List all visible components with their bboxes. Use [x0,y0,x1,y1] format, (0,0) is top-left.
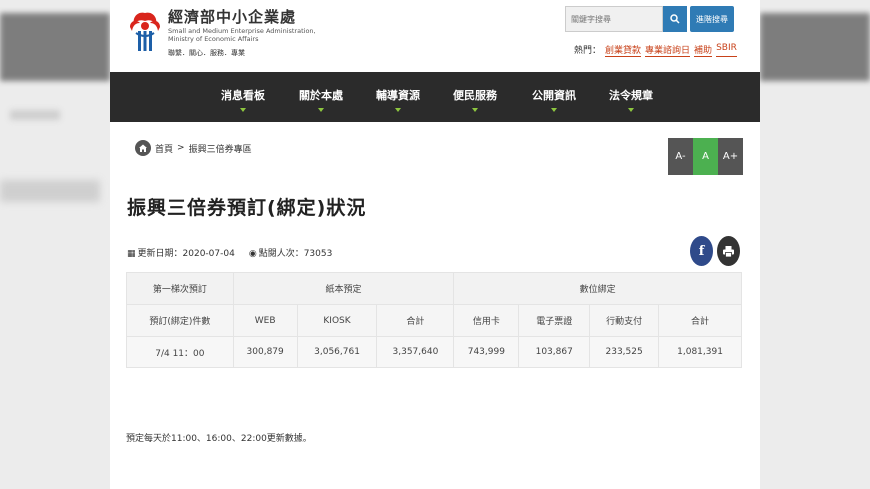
font-large-button[interactable]: A+ [718,138,743,175]
search-input[interactable] [565,6,663,32]
cell-e-ticket: 103,867 [518,336,591,368]
cell-time: 7/4 11：00 [126,336,234,368]
eye-icon: ◉ [248,249,257,259]
table-sub-header-row: 預訂(綁定)件數 WEB KIOSK 合計 信用卡 電子票證 行動支付 合計 [126,304,742,337]
header-paper: 紙本預定 [232,272,455,305]
breadcrumb-home[interactable]: 首頁 [155,142,173,155]
cell-digital-total: 1,081,391 [658,336,742,368]
nav-item-services[interactable]: 便民服務 [453,87,497,112]
cell-paper-total: 3,357,640 [376,336,455,368]
nav-indicator-icon [318,108,324,112]
nav-item-label: 便民服務 [453,89,497,102]
backdrop-blur-left [0,13,110,81]
home-icon[interactable] [135,140,151,156]
search-button[interactable] [663,6,687,32]
header-booking-count: 預訂(綁定)件數 [126,304,234,337]
brand-slogan: 聯繫．關心．服務．專業 [168,49,245,57]
brand-name-en-line1: Small and Medium Enterprise Administrati… [168,27,316,35]
nav-item-regulations[interactable]: 法令規章 [609,87,653,112]
nav-item-label: 法令規章 [609,89,653,102]
hot-link-consultation-day[interactable]: 專業諮詢日 [645,43,691,57]
voucher-status-table: 第一梯次預訂 紙本預定 數位綁定 預訂(綁定)件數 WEB KIOSK 合計 信… [126,272,742,368]
nav-item-news[interactable]: 消息看板 [221,87,265,112]
header-kiosk: KIOSK [296,304,378,337]
nav-item-about[interactable]: 關於本處 [299,87,343,112]
view-count: ◉ 點閱人次：73053 [249,246,333,259]
nav-item-public-info[interactable]: 公開資訊 [532,87,576,112]
header-mobile-pay: 行動支付 [589,304,660,337]
search-icon [670,14,680,24]
brand-name-en-line2: Ministry of Economic Affairs [168,35,259,43]
page-meta: ▦ 更新日期：2020-07-04 ◉ 點閱人次：73053 [127,246,332,259]
calendar-icon: ▦ [127,249,136,259]
nav-indicator-icon [628,108,634,112]
table-group-header-row: 第一梯次預訂 紙本預定 數位綁定 [126,272,742,305]
view-count-text: 點閱人次：73053 [258,249,333,259]
header-digital: 數位綁定 [453,272,742,305]
hot-link-subsidy[interactable]: 補助 [694,43,713,57]
hot-label: 熱門： [574,46,602,56]
brand-name-zh[interactable]: 經濟部中小企業處 [168,6,296,27]
print-button[interactable] [717,236,740,266]
updated-date-text: 更新日期：2020-07-04 [137,249,235,259]
breadcrumb-current[interactable]: 振興三倍券專區 [189,142,252,155]
updated-date: ▦ 更新日期：2020-07-04 [127,246,235,259]
header-credit-card: 信用卡 [453,304,520,337]
facebook-icon: f [698,243,705,259]
nav-indicator-icon [551,108,557,112]
main-nav: 消息看板 關於本處 輔導資源 便民服務 公開資訊 法令規章 [110,72,760,122]
update-note: 預定每天於11:00、16:00、22:00更新數據。 [126,434,312,444]
nav-indicator-icon [472,108,478,112]
font-size-controls: A- A A+ [668,138,743,175]
page-title: 振興三倍券預訂(綁定)狀況 [127,197,367,219]
site-header: 經濟部中小企業處 Small and Medium Enterprise Adm… [110,0,760,72]
backdrop-blur-right [760,13,870,81]
house-icon [139,144,147,152]
header-digital-total: 合計 [658,304,742,337]
cell-mobile-pay: 233,525 [589,336,660,368]
nav-item-label: 公開資訊 [532,89,576,102]
hot-keywords: 熱門： 創業貸款 專業諮詢日 補助 SBIR [574,43,737,57]
font-normal-button[interactable]: A [693,138,718,175]
brand-name-en: Small and Medium Enterprise Administrati… [168,27,318,43]
advanced-search-button[interactable]: 進階搜尋 [690,6,734,32]
hot-link-startup-loan[interactable]: 創業貸款 [605,43,642,57]
table-row: 7/4 11：00 300,879 3,056,761 3,357,640 74… [126,336,742,368]
backdrop-blur-left-small [10,110,60,120]
facebook-share-button[interactable]: f [690,236,713,266]
hot-link-sbir[interactable]: SBIR [716,43,737,57]
agency-logo-icon[interactable] [128,9,162,53]
nav-item-resources[interactable]: 輔導資源 [376,87,420,112]
font-small-button[interactable]: A- [668,138,693,175]
header-paper-total: 合計 [376,304,455,337]
nav-indicator-icon [395,108,401,112]
header-web: WEB [232,304,298,337]
page: 經濟部中小企業處 Small and Medium Enterprise Adm… [110,0,760,489]
breadcrumb: 首頁 > 振興三倍券專區 [135,140,252,156]
header-e-ticket: 電子票證 [518,304,591,337]
breadcrumb-separator: > [177,143,185,153]
nav-indicator-icon [240,108,246,112]
header-first-batch: 第一梯次預訂 [126,272,234,305]
backdrop-blur-left-lower [0,180,100,202]
cell-kiosk: 3,056,761 [296,336,378,368]
printer-icon [723,245,734,257]
cell-credit-card: 743,999 [453,336,520,368]
nav-item-label: 關於本處 [299,89,343,102]
nav-item-label: 消息看板 [221,89,265,102]
nav-item-label: 輔導資源 [376,89,420,102]
cell-web: 300,879 [232,336,298,368]
